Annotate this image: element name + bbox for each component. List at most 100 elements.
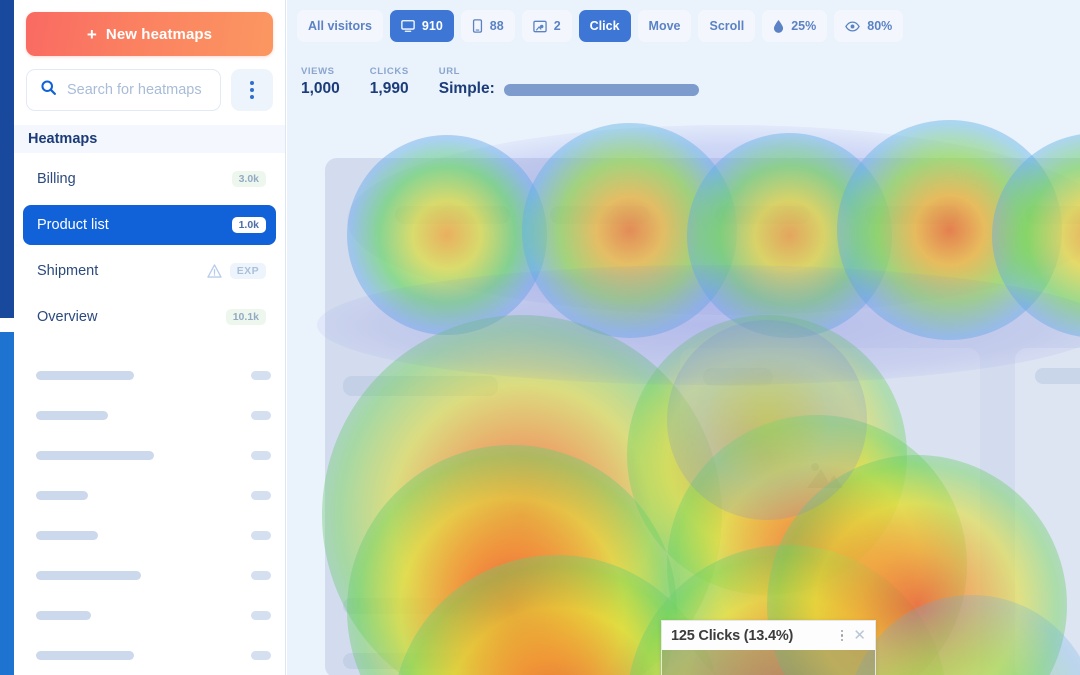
tooltip-body xyxy=(662,650,875,675)
kebab-dot xyxy=(250,81,254,85)
skeleton-bar xyxy=(36,530,98,540)
section-title: Heatmaps xyxy=(14,125,285,153)
toolbar-button-desktop[interactable]: 910 xyxy=(389,10,454,42)
toolbar-button-all-visitors[interactable]: All visitors xyxy=(297,10,383,42)
skeleton-pill xyxy=(251,650,271,660)
sidebar-item-billing[interactable]: Billing 3.0k xyxy=(23,159,276,199)
heatmap-app: + New heatmaps Search for heatmaps Heatm… xyxy=(0,0,1080,675)
mock-card xyxy=(1015,348,1080,675)
desktop-icon xyxy=(401,19,415,33)
toolbar-button-label: All visitors xyxy=(308,19,372,33)
skeleton-bar xyxy=(36,570,141,580)
skeleton-row xyxy=(36,555,271,595)
toolbar-button-click[interactable]: Click xyxy=(578,10,631,42)
skeleton-pill xyxy=(251,410,271,420)
toolbar-button-label: 910 xyxy=(421,19,443,33)
rail-segment-top xyxy=(0,0,14,318)
sidebar: + New heatmaps Search for heatmaps Heatm… xyxy=(14,0,286,675)
url-value: Simple: xyxy=(438,79,495,97)
sidebar-header: + New heatmaps xyxy=(14,0,285,111)
new-heatmaps-label: New heatmaps xyxy=(105,25,213,43)
skeleton-row xyxy=(36,435,271,475)
main-panel: All visitors 910 88 2 Click Move Scroll 25% 80% … xyxy=(287,0,1080,675)
toolbar-button-label: Click xyxy=(589,19,620,33)
tooltip-menu-icon[interactable] xyxy=(834,629,851,642)
kebab-dot xyxy=(840,638,844,642)
mock-nav-bar xyxy=(865,206,960,224)
heatmap-canvas[interactable]: 125 Clicks (13.4%) ✕ xyxy=(287,115,1080,675)
plus-icon: + xyxy=(86,24,97,44)
kebab-dot xyxy=(250,95,254,99)
url-placeholder-bar xyxy=(503,83,699,96)
sidebar-item-badge: 1.0k xyxy=(231,216,266,234)
rail-segment-bottom xyxy=(0,332,14,675)
toolbar-button-mobile[interactable]: 88 xyxy=(460,10,515,42)
toolbar-button-move[interactable]: Move xyxy=(637,10,692,42)
skeleton-bar xyxy=(36,490,88,500)
skeleton-bar xyxy=(36,610,91,620)
toolbar-button-droplet[interactable]: 25% xyxy=(762,10,828,42)
skeleton-row xyxy=(36,635,271,675)
skeleton-row xyxy=(36,395,271,435)
sidebar-item-shipment[interactable]: Shipment EXP xyxy=(23,251,276,291)
mock-nav-bar xyxy=(395,206,510,224)
mock-nav-bar xyxy=(1025,206,1080,224)
stat-views: VIEWS 1,000 xyxy=(301,66,340,98)
sidebar-item-label: Overview xyxy=(37,309,98,325)
sidebar-more-button[interactable] xyxy=(231,69,273,111)
skeleton-row xyxy=(36,595,271,635)
views-value: 1,000 xyxy=(301,79,340,97)
tablet-icon xyxy=(532,20,547,33)
mock-content-bar xyxy=(343,653,493,669)
sidebar-item-badge: 10.1k xyxy=(225,308,266,326)
stat-clicks: CLICKS 1,990 xyxy=(370,66,409,98)
clicks-value: 1,990 xyxy=(369,79,409,97)
toolbar-button-tablet[interactable]: 2 xyxy=(521,10,572,42)
skeleton-pill xyxy=(251,530,271,540)
stat-url: URL Simple: xyxy=(439,66,699,98)
sidebar-item-badge: 3.0k xyxy=(231,170,266,188)
eye-icon xyxy=(845,20,861,32)
search-icon xyxy=(40,79,57,101)
toolbar-button-label: 80% xyxy=(867,19,893,33)
left-edge-rail xyxy=(0,0,14,675)
sidebar-nav-list: Billing 3.0k Product list 1.0k Shipment EXP Ov… xyxy=(14,153,285,337)
sidebar-item-badge: EXP xyxy=(229,262,266,280)
search-box[interactable] xyxy=(26,69,221,111)
toolbar-button-scroll[interactable]: Scroll xyxy=(698,10,756,42)
clicks-label: CLICKS xyxy=(369,65,409,77)
skeleton-pill xyxy=(251,570,271,580)
new-heatmaps-button[interactable]: + New heatmaps xyxy=(26,12,273,56)
droplet-icon xyxy=(773,19,784,33)
skeleton-row xyxy=(36,475,271,515)
skeleton-bar xyxy=(36,410,108,420)
sidebar-item-label: Billing xyxy=(37,171,76,187)
skeleton-row xyxy=(36,515,271,555)
skeleton-bar xyxy=(36,650,134,660)
skeleton-pill xyxy=(251,610,271,620)
filter-toolbar: All visitors 910 88 2 Click Move Scroll 25% 80% xyxy=(287,0,1080,52)
click-tooltip[interactable]: 125 Clicks (13.4%) ✕ xyxy=(661,620,876,675)
tooltip-title: 125 Clicks (13.4%) xyxy=(671,627,794,644)
sidebar-item-label: Shipment xyxy=(37,263,99,279)
views-label: VIEWS xyxy=(301,65,335,77)
sidebar-skeleton-list xyxy=(14,337,285,675)
kebab-dot xyxy=(840,634,844,637)
toolbar-button-label: Move xyxy=(648,19,681,33)
url-row: Simple: xyxy=(439,77,699,98)
toolbar-button-eye[interactable]: 80% xyxy=(834,10,904,42)
skeleton-pill xyxy=(251,450,271,460)
tooltip-header: 125 Clicks (13.4%) ✕ xyxy=(662,621,875,650)
skeleton-pill xyxy=(251,370,271,380)
close-icon[interactable]: ✕ xyxy=(850,628,869,643)
search-input[interactable] xyxy=(67,82,207,98)
kebab-dot xyxy=(840,629,844,633)
mock-content-bar xyxy=(343,376,498,396)
sidebar-item-overview[interactable]: Overview 10.1k xyxy=(23,297,276,337)
search-row xyxy=(26,69,273,111)
kebab-dot xyxy=(250,88,254,92)
skeleton-pill xyxy=(251,490,271,500)
warning-triangle-icon xyxy=(207,264,222,278)
sidebar-item-product-list[interactable]: Product list 1.0k xyxy=(23,205,276,245)
toolbar-button-label: Scroll xyxy=(709,19,745,33)
